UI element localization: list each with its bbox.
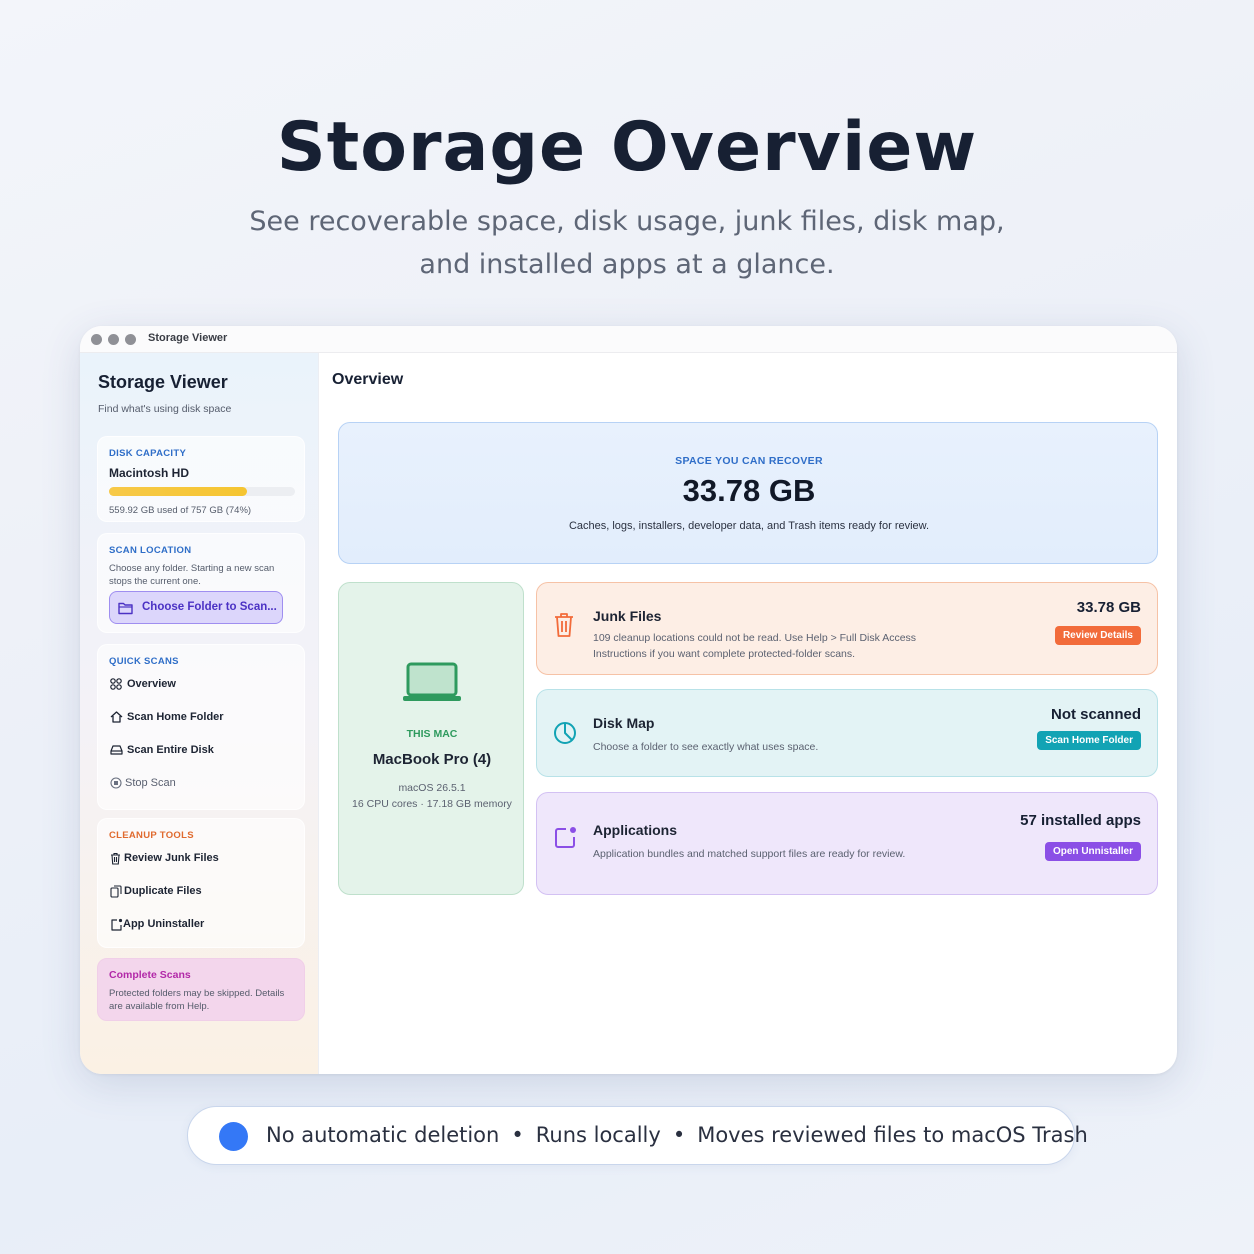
cleanup-tools-card: CLEANUP TOOLS Review Junk Files Duplicat… bbox=[97, 818, 305, 948]
open-uninstaller-button[interactable]: Open Unnistaller bbox=[1044, 842, 1141, 861]
quick-scan-home-folder[interactable]: Scan Home Folder bbox=[106, 703, 294, 731]
applications-name: Applications bbox=[593, 822, 678, 838]
disk-map-value: Not scanned bbox=[1050, 706, 1141, 723]
complete-scans-text-line1: Protected folders may be skipped. Detail… bbox=[109, 988, 285, 999]
complete-scans-card: Complete Scans Protected folders may be … bbox=[97, 958, 305, 1021]
capacity-bar-fill bbox=[109, 487, 247, 496]
tool-app-uninstaller[interactable]: App Uninstaller bbox=[106, 910, 294, 938]
app-badge-icon bbox=[555, 827, 576, 848]
scan-location-description: Choose any folder. Starting a new scan s… bbox=[109, 562, 274, 588]
recover-space-card: SPACE YOU CAN RECOVER 33.78 GB Caches, l… bbox=[338, 422, 1158, 564]
disk-capacity-card: DISK CAPACITY Macintosh HD 559.92 GB use… bbox=[97, 436, 305, 522]
volume-name: Macintosh HD bbox=[109, 466, 190, 480]
quick-scan-entire-disk-label: Scan Entire Disk bbox=[127, 744, 214, 756]
minimize-window-button[interactable] bbox=[108, 334, 119, 345]
applications-value: 57 installed apps bbox=[1020, 812, 1141, 829]
sidebar: Storage Viewer Find what's using disk sp… bbox=[80, 353, 319, 1074]
this-mac-label: THIS MAC bbox=[406, 728, 458, 740]
trash-icon bbox=[555, 613, 573, 637]
recover-value: 33.78 GB bbox=[682, 473, 816, 508]
feature-no-auto-deletion: No automatic deletion bbox=[266, 1123, 500, 1147]
hero-subtitle: See recoverable space, disk usage, junk … bbox=[227, 200, 1027, 286]
title-bar: Storage Viewer bbox=[80, 326, 1177, 353]
complete-scans-text-line2: are available from Help. bbox=[109, 1001, 210, 1012]
status-dot-icon bbox=[219, 1122, 248, 1151]
close-window-button[interactable] bbox=[91, 334, 102, 345]
sidebar-subtitle: Find what's using disk space bbox=[98, 403, 232, 415]
choose-folder-label: Choose Folder to Scan... bbox=[142, 601, 277, 613]
quick-scan-home-folder-label: Scan Home Folder bbox=[127, 711, 224, 723]
disk-map-description: Choose a folder to see exactly what uses… bbox=[593, 741, 819, 753]
cleanup-tools-label: CLEANUP TOOLS bbox=[109, 830, 194, 841]
pie-chart-icon bbox=[554, 722, 576, 744]
zoom-window-button[interactable] bbox=[125, 334, 136, 345]
quick-scan-stop[interactable]: Stop Scan bbox=[106, 769, 294, 797]
disk-map-card: Disk Map Choose a folder to see exactly … bbox=[536, 689, 1158, 777]
feature-separator: • bbox=[672, 1123, 686, 1147]
tool-review-junk-files-label: Review Junk Files bbox=[124, 852, 219, 864]
quick-scan-overview-label: Overview bbox=[127, 678, 176, 690]
junk-files-card: Junk Files 109 cleanup locations could n… bbox=[536, 582, 1158, 675]
tool-app-uninstaller-label: App Uninstaller bbox=[123, 918, 205, 930]
junk-files-description: 109 cleanup locations could not be read.… bbox=[593, 630, 916, 662]
choose-folder-button[interactable]: Choose Folder to Scan... bbox=[109, 591, 283, 624]
capacity-usage-text: 559.92 GB used of 757 GB (74%) bbox=[109, 505, 252, 516]
feature-pill: No automatic deletion • Runs locally • Moves… bbox=[187, 1106, 1088, 1165]
junk-files-name: Junk Files bbox=[593, 608, 662, 624]
mac-model: MacBook Pro (4) bbox=[372, 751, 492, 768]
folder-icon bbox=[118, 602, 133, 615]
feature-moves-to-trash: Moves reviewed files to macOS Trash bbox=[697, 1123, 1088, 1147]
junk-files-description-line2: Instructions if you want complete protec… bbox=[593, 648, 856, 660]
complete-scans-text: Protected folders may be skipped. Detail… bbox=[109, 987, 284, 1013]
house-icon bbox=[110, 711, 123, 723]
this-mac-card: THIS MAC MacBook Pro (4) macOS 26.5.1 16… bbox=[338, 582, 524, 895]
grid-icon bbox=[110, 678, 122, 690]
scan-location-card: SCAN LOCATION Choose any folder. Startin… bbox=[97, 533, 305, 633]
disk-icon bbox=[110, 745, 123, 755]
junk-files-description-line1: 109 cleanup locations could not be read.… bbox=[593, 632, 917, 644]
complete-scans-title: Complete Scans bbox=[109, 969, 191, 981]
quick-scans-label: QUICK SCANS bbox=[109, 656, 179, 667]
hero-subtitle-line1: See recoverable space, disk usage, junk … bbox=[249, 206, 1005, 237]
capacity-bar bbox=[109, 487, 295, 496]
quick-scan-stop-label: Stop Scan bbox=[125, 777, 176, 789]
junk-files-value: 33.78 GB bbox=[1076, 599, 1141, 616]
review-details-button[interactable]: Review Details bbox=[1054, 626, 1141, 645]
trash-icon bbox=[111, 852, 120, 865]
app-uninstall-icon bbox=[111, 918, 123, 931]
laptop-icon bbox=[403, 662, 461, 701]
scan-location-description-line1: Choose any folder. Starting a new scan bbox=[109, 563, 275, 574]
scan-location-description-line2: stops the current one. bbox=[109, 576, 201, 587]
disk-map-name: Disk Map bbox=[593, 715, 655, 731]
app-window: Storage Viewer Storage Viewer Find what'… bbox=[80, 326, 1177, 1074]
duplicate-icon bbox=[110, 885, 122, 898]
hero-subtitle-line2: and installed apps at a glance. bbox=[419, 249, 835, 280]
stop-icon bbox=[110, 777, 122, 789]
disk-capacity-label: DISK CAPACITY bbox=[109, 448, 187, 459]
feature-runs-locally: Runs locally bbox=[535, 1123, 661, 1147]
scan-home-folder-button[interactable]: Scan Home Folder bbox=[1037, 731, 1141, 750]
mac-os: macOS 26.5.1 bbox=[398, 782, 466, 794]
quick-scan-entire-disk[interactable]: Scan Entire Disk bbox=[106, 736, 294, 764]
hero-title: Storage Overview bbox=[276, 108, 978, 187]
mac-specs: 16 CPU cores · 17.18 GB memory bbox=[352, 798, 512, 810]
quick-scan-overview[interactable]: Overview bbox=[106, 670, 294, 698]
sidebar-title: Storage Viewer bbox=[98, 372, 228, 392]
feature-separator: • bbox=[511, 1123, 524, 1147]
tool-review-junk-files[interactable]: Review Junk Files bbox=[106, 844, 294, 872]
applications-description: Application bundles and matched support … bbox=[593, 848, 906, 860]
window-title: Storage Viewer bbox=[148, 332, 228, 344]
recover-description: Caches, logs, installers, developer data… bbox=[568, 520, 930, 532]
quick-scans-card: QUICK SCANS Overview Scan Home Folder Sc… bbox=[97, 644, 305, 810]
main-title: Overview bbox=[332, 371, 404, 388]
scan-location-label: SCAN LOCATION bbox=[109, 545, 192, 556]
feature-pill-text: No automatic deletion • Runs locally • Moves… bbox=[266, 1123, 1088, 1147]
applications-card: Applications Application bundles and mat… bbox=[536, 792, 1158, 895]
tool-duplicate-files-label: Duplicate Files bbox=[124, 885, 202, 897]
tool-duplicate-files[interactable]: Duplicate Files bbox=[106, 877, 294, 905]
recover-label: SPACE YOU CAN RECOVER bbox=[675, 455, 823, 467]
